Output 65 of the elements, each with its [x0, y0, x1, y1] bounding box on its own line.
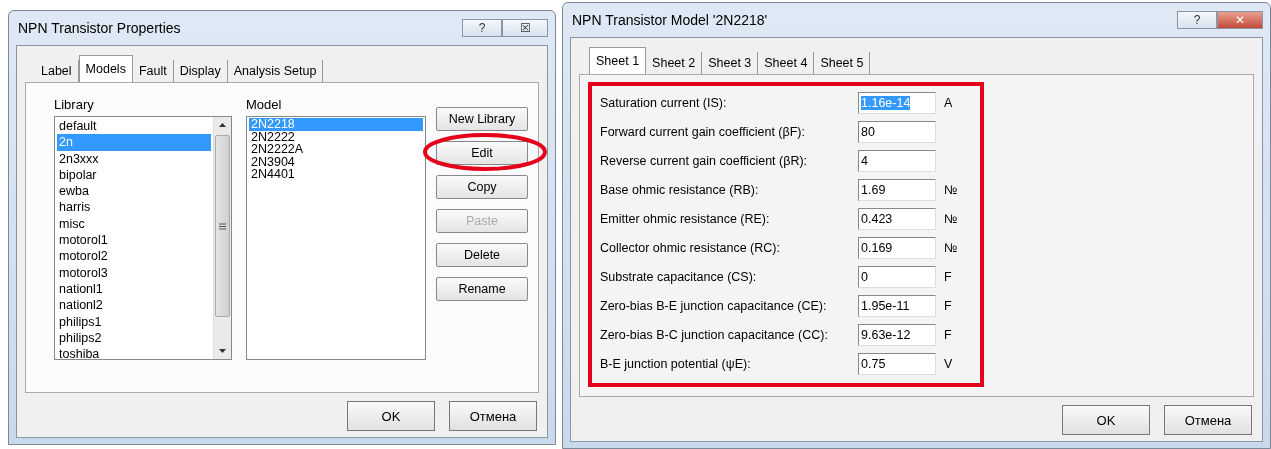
list-item[interactable]: 2N4401 [249, 168, 423, 181]
action-button[interactable]: Edit [436, 141, 528, 165]
parameter-label: Reverse current gain coefficient (βR): [600, 154, 809, 168]
list-item[interactable]: bipolar [57, 166, 211, 184]
unit-label: № [944, 241, 958, 255]
help-button[interactable]: ? [1177, 11, 1217, 29]
parameter-label: Saturation current (IS): [600, 96, 728, 110]
list-item[interactable]: motorol2 [57, 248, 211, 265]
tab[interactable]: Sheet 1 [589, 47, 647, 74]
parameter-label: Forward current gain coefficient (βF): [600, 125, 806, 139]
action-button[interactable]: New Library [436, 107, 528, 131]
input-field[interactable]: 0.423 [858, 208, 936, 230]
input-field[interactable]: 80 [858, 121, 936, 143]
list-item[interactable]: nationl1 [57, 280, 211, 298]
scrollbar[interactable] [213, 117, 231, 359]
list-item[interactable]: philips2 [57, 329, 211, 347]
input-field[interactable]: 1.95e-11 [858, 295, 936, 317]
unit-label: A [944, 96, 953, 110]
list-item[interactable]: 2N2222 [249, 130, 423, 143]
grip-icon [219, 222, 226, 230]
parameter-label: Zero-bias B-C junction capacitance (CC): [600, 328, 829, 342]
list-item[interactable]: misc [57, 215, 211, 233]
dialog-button[interactable]: OK [347, 401, 435, 431]
list-label: Library [54, 97, 95, 112]
parameter-label: Emitter ohmic resistance (RE): [600, 212, 771, 226]
list-item[interactable]: nationl2 [57, 297, 211, 314]
list-item[interactable]: 2N3904 [249, 155, 423, 168]
parameter-label: Base ohmic resistance (RB): [600, 183, 760, 197]
parameter-label: Substrate capacitance (CS): [600, 270, 758, 284]
list-item[interactable]: motorol3 [57, 264, 211, 281]
help-button[interactable]: ? [462, 19, 502, 37]
dialog-button[interactable]: Отмена [449, 401, 537, 431]
parameter-label: Zero-bias B-E junction capacitance (CE): [600, 299, 828, 313]
unit-label: V [944, 357, 953, 371]
unit-label: № [944, 183, 958, 197]
list-item[interactable]: ewba [57, 183, 211, 200]
input-field[interactable]: 0 [858, 266, 936, 288]
list-item[interactable]: harris [57, 199, 211, 216]
input-field[interactable]: 0.75 [858, 353, 936, 375]
list-item[interactable]: default [57, 118, 211, 135]
action-button[interactable]: Rename [436, 277, 528, 301]
unit-label: № [944, 212, 958, 226]
window-title: NPN Transistor Properties [17, 20, 182, 36]
action-button[interactable]: Copy [436, 175, 528, 199]
list-item[interactable]: philips1 [57, 313, 211, 330]
dialog-button[interactable]: OK [1062, 405, 1150, 435]
unit-label: F [944, 299, 952, 313]
list-item[interactable]: motorol1 [57, 232, 211, 249]
list-label: Model [246, 97, 283, 112]
parameter-label: B-E junction potential (ψE): [600, 357, 752, 371]
input-field[interactable]: 0.169 [858, 237, 936, 259]
input-field[interactable]: 9.63e-12 [858, 324, 936, 346]
unit-label: F [944, 270, 952, 284]
list-item[interactable]: 2n3xxx [57, 150, 211, 167]
list-item[interactable]: toshiba [57, 346, 211, 363]
window-title: NPN Transistor Model '2N2218' [571, 12, 769, 28]
action-button[interactable]: Delete [436, 243, 528, 267]
parameter-label: Collector ohmic resistance (RC): [600, 241, 781, 255]
unit-label: F [944, 328, 952, 342]
input-field[interactable]: 4 [858, 150, 936, 172]
dialog-button[interactable]: Отмена [1164, 405, 1252, 435]
list-item[interactable]: 2N2222A [249, 143, 423, 156]
tab[interactable]: Models [78, 55, 133, 82]
input-field[interactable]: 1.69 [858, 179, 936, 201]
close-button[interactable]: ☒ [502, 19, 548, 37]
